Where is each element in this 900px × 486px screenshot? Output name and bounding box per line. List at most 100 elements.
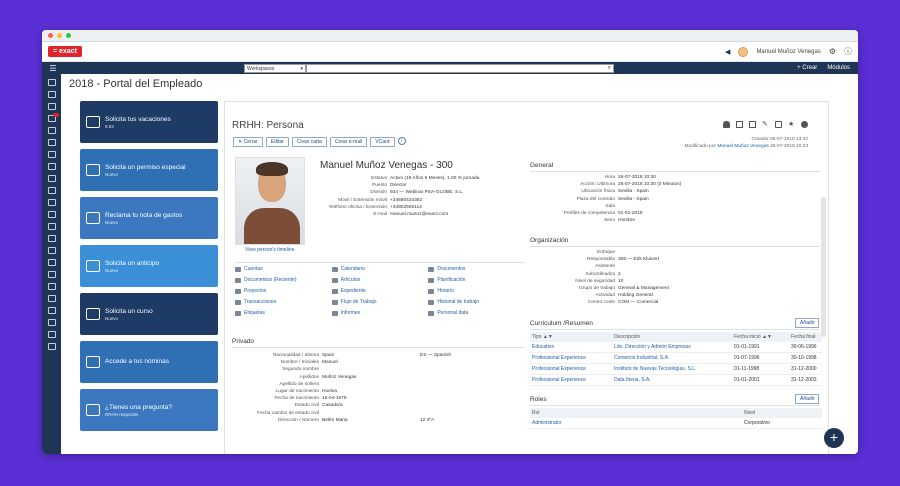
sidebar-people-icon[interactable] [47, 163, 56, 170]
sidebar-table-icon[interactable] [47, 139, 56, 146]
gear-icon[interactable]: ⚙ [829, 47, 836, 56]
table-cell[interactable]: Administrator [530, 420, 742, 426]
link-informes[interactable]: Informes [331, 310, 429, 316]
minimize-dot[interactable] [57, 33, 62, 38]
field-value[interactable]: COM — Comercial [618, 299, 658, 306]
sidebar-list-icon[interactable] [47, 113, 59, 122]
column-header[interactable]: Tipo ▲▼ [530, 334, 612, 340]
sidebar-layers-icon[interactable] [47, 259, 56, 266]
link-documentos[interactable]: Documentos [428, 266, 525, 272]
link-historial-de-trabajo[interactable]: Historial de trabajo [428, 299, 525, 305]
maximize-dot[interactable] [66, 33, 71, 38]
star-icon[interactable]: ★ [788, 121, 795, 128]
notification-icon[interactable]: ◀ [725, 48, 730, 56]
sidebar-briefcase-icon[interactable] [47, 91, 56, 98]
info-icon[interactable]: ⓘ [844, 46, 852, 57]
document-icon[interactable] [736, 121, 743, 128]
table-row[interactable]: Professional Experience Data Iberia, S.A.… [530, 375, 822, 386]
sidebar-screen-icon[interactable] [47, 223, 56, 230]
field-value[interactable]: Sevilla - Spain [618, 196, 649, 203]
field-value[interactable]: 934 — Webinar PSA-GLOBE, S.L. [390, 189, 464, 196]
table-row[interactable]: Administrator Corporativo [530, 418, 822, 429]
link-etiquetas[interactable]: Etiquetas [235, 310, 332, 316]
wrench-icon[interactable]: ✎ [762, 121, 769, 128]
sidebar-card-icon[interactable] [47, 271, 56, 278]
create-email-button[interactable]: Crear e-mail [329, 137, 368, 147]
workspace-select[interactable]: Workspaces ▾ [244, 63, 306, 73]
sidebar-org-chart-icon[interactable] [47, 211, 56, 218]
curriculum-add-button[interactable]: Añadir [795, 318, 820, 328]
roles-add-button[interactable]: Añadir [795, 394, 820, 404]
modules-button[interactable]: Módulos [827, 65, 850, 71]
sidebar-star-icon[interactable] [47, 319, 56, 326]
field-value[interactable]: 01-01-2018 [618, 210, 643, 217]
tile-2[interactable]: Reclama tu nota de gastos Nuevo [80, 197, 218, 239]
link-expediente[interactable]: Expediente [331, 288, 429, 294]
close-button[interactable]: ✕ Cerrar [233, 137, 263, 147]
tile-3[interactable]: Solicita un anticipo Nuevo [80, 245, 218, 287]
sidebar-house-icon[interactable] [47, 295, 56, 302]
sidebar-grid-icon[interactable] [47, 283, 56, 290]
column-header[interactable]: Rol [530, 410, 742, 416]
help-icon[interactable] [801, 121, 808, 128]
table-cell[interactable]: Education [530, 344, 612, 350]
link-art-culos[interactable]: Artículos [331, 277, 429, 283]
tile-4[interactable]: Solicita un curso Nuevo [80, 293, 218, 335]
exact-logo[interactable]: = exact [48, 46, 82, 57]
sidebar-calendar-grid-icon[interactable] [47, 127, 56, 134]
link-transacciones[interactable]: Transacciones [235, 299, 332, 305]
tile-1[interactable]: Solicita un permiso especial Nuevo [80, 149, 218, 191]
scrollbar[interactable] [821, 197, 826, 337]
column-header[interactable]: Fecha final [789, 334, 822, 340]
table-cell[interactable]: Professional Experience [530, 377, 612, 383]
sidebar-folder-icon[interactable] [47, 175, 56, 182]
user-name[interactable]: Manuel Muñoz Venegas [756, 49, 820, 55]
table-cell[interactable]: Professional Experience [530, 355, 612, 361]
link-documentos-reciente-[interactable]: Documentos (Reciente) [235, 277, 332, 283]
tile-6[interactable]: ¿Tienes una pregunta? RRHH responde [80, 389, 218, 431]
sidebar-stack-icon[interactable] [47, 247, 56, 254]
link-flujo-de-trabajo[interactable]: Flujo de Trabajo [331, 299, 429, 305]
sidebar-mail-icon[interactable] [47, 187, 56, 194]
print-icon[interactable] [775, 121, 782, 128]
column-header[interactable]: Fecha inicio ▲▼ [732, 334, 789, 340]
edit-button[interactable]: Editar [265, 137, 289, 147]
create-letter-button[interactable]: Crear carta [291, 137, 327, 147]
field-value[interactable]: +34680434382 [390, 197, 422, 204]
table-row[interactable]: Professional Experience Instituto de Nuev… [530, 364, 822, 375]
field-value[interactable]: Director [390, 182, 407, 189]
table-row[interactable]: Education Ldo. Dirección y Admón Empresas… [530, 342, 822, 353]
sidebar-chat-icon[interactable] [47, 235, 56, 242]
sidebar-copy-icon[interactable] [47, 199, 56, 206]
modified-by-link[interactable]: Manuel Muñoz Venegas [717, 144, 768, 149]
vcard-button[interactable]: VCard [370, 137, 395, 147]
more-icon[interactable]: › [397, 137, 406, 145]
link-calendario[interactable]: Calendario [331, 266, 429, 272]
field-value[interactable]: manuel.munoz@exact.com [390, 211, 448, 218]
doc-edit-icon[interactable] [749, 121, 756, 128]
link-proyectos[interactable]: Proyectos [235, 288, 332, 294]
field-value[interactable]: Sevilla - Spain [618, 188, 649, 195]
search-input[interactable]: ⌕ [306, 63, 614, 73]
tile-0[interactable]: Solicita tus vacaciones 9.63 [80, 101, 218, 143]
hamburger-icon[interactable]: ☰ [42, 64, 64, 73]
tile-5[interactable]: Accede a tus nóminas [80, 341, 218, 383]
table-row[interactable]: Professional Experience Comercio Industri… [530, 353, 822, 364]
sidebar-clock-icon[interactable] [47, 331, 56, 338]
link-personal-data[interactable]: Personal data [428, 310, 525, 316]
sidebar-bank-icon[interactable] [47, 307, 56, 314]
sidebar-calendar-icon[interactable] [47, 103, 56, 110]
create-button[interactable]: + Crear [797, 65, 817, 71]
link-planificaci-n[interactable]: Planificación [428, 277, 525, 283]
sidebar-home-icon[interactable] [47, 79, 56, 86]
avatar[interactable] [738, 46, 749, 57]
field-value[interactable]: 306 — Erik Kluivert [618, 256, 659, 263]
search-icon[interactable]: ⌕ [608, 65, 611, 72]
column-header[interactable]: Nivel [742, 410, 822, 416]
sidebar-arrow-icon[interactable] [47, 343, 56, 350]
column-header[interactable]: Descripción [612, 334, 732, 340]
add-fab-button[interactable]: + [824, 428, 844, 448]
table-cell[interactable]: Professional Experience [530, 366, 612, 372]
sidebar-building-icon[interactable] [47, 151, 56, 158]
link-horario[interactable]: Horario [428, 288, 525, 294]
